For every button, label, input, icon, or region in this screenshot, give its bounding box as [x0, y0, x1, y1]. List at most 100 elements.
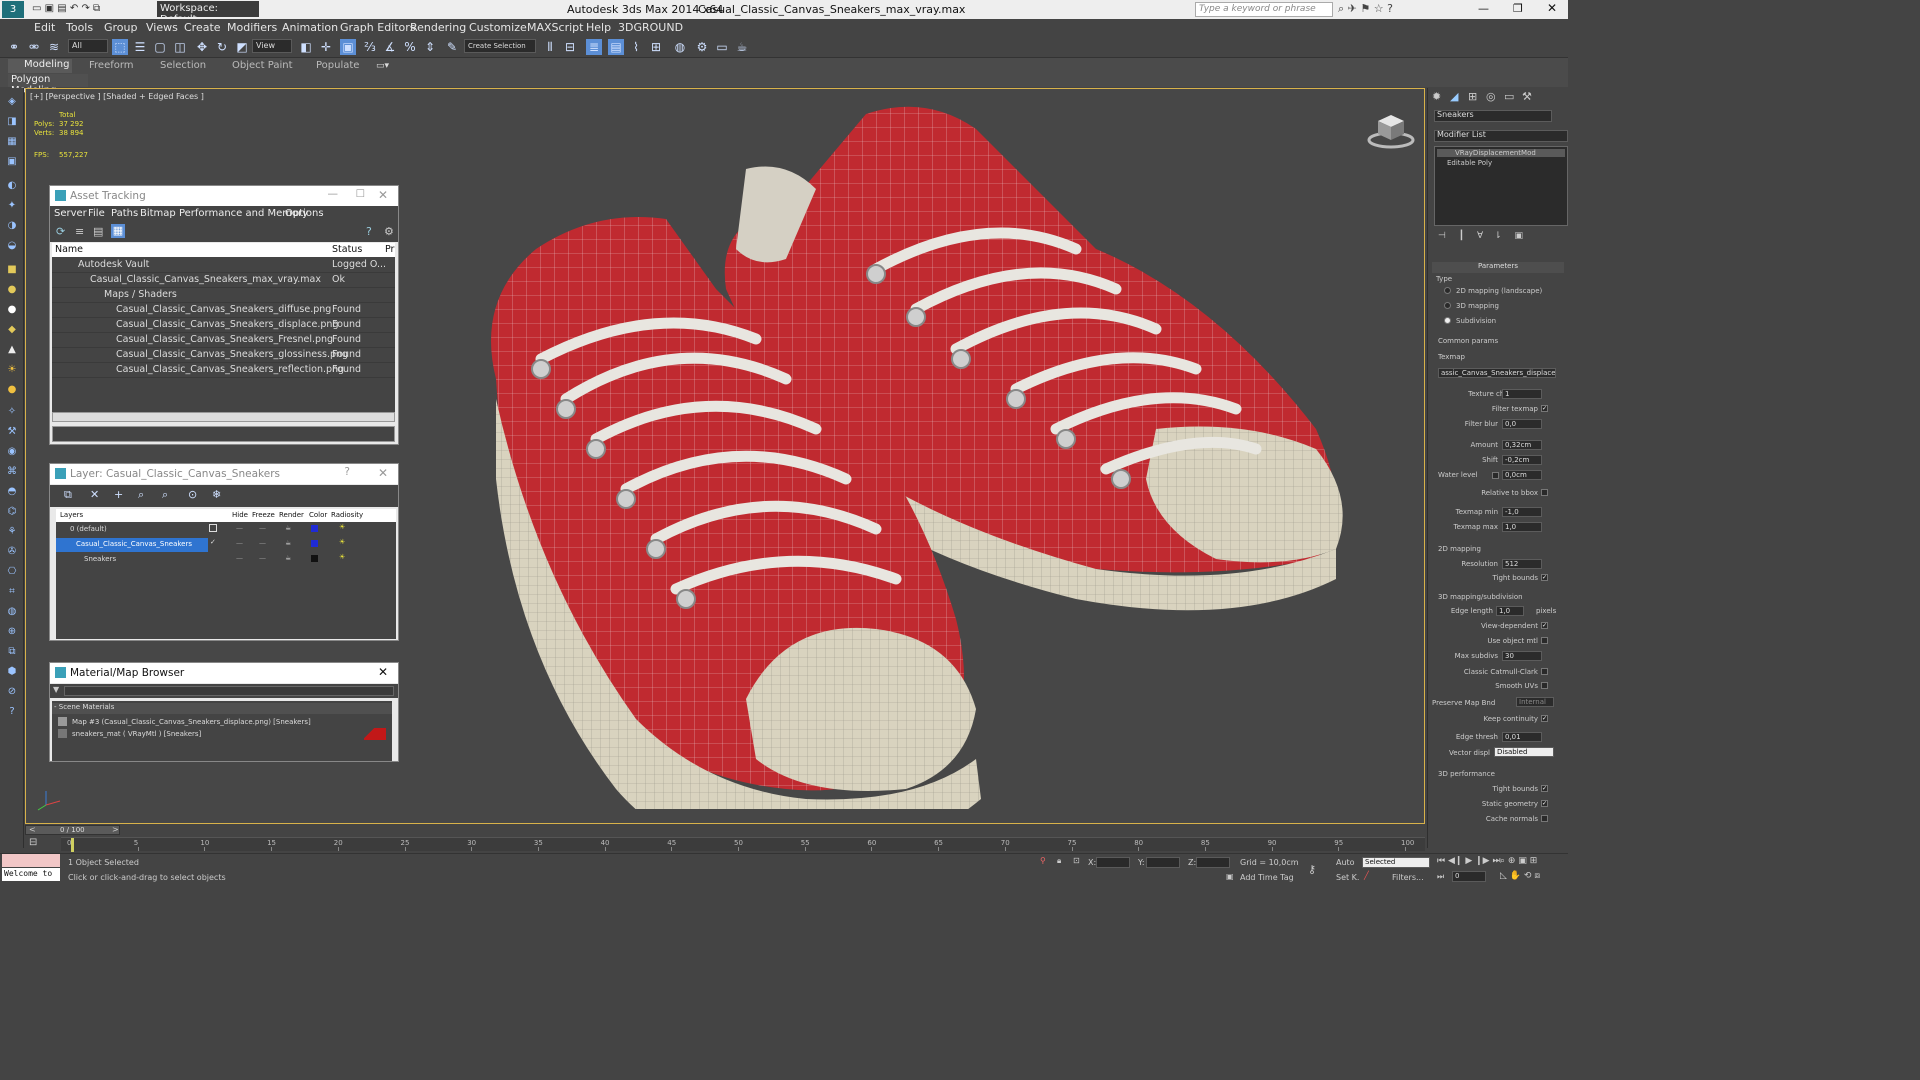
detail-view-icon[interactable]: ▤ [93, 225, 103, 238]
amount-input[interactable]: 0,32cm [1502, 440, 1542, 450]
column-freeze[interactable]: Freeze [252, 511, 275, 519]
filter-texmap-checkbox[interactable]: ✓ [1541, 405, 1548, 412]
menu-file[interactable]: File [88, 208, 105, 219]
time-slider[interactable]: < 0 / 100 > [25, 825, 120, 835]
color-swatch[interactable] [311, 540, 318, 547]
set-key-button[interactable]: Set K. [1336, 873, 1359, 882]
help-icon[interactable]: ? [366, 225, 372, 238]
column-layers[interactable]: Layers [60, 511, 83, 519]
tool-icon[interactable]: ⊘ [5, 686, 19, 698]
ref-coord-dropdown[interactable]: View [252, 39, 292, 53]
menu-group[interactable]: Group [104, 21, 138, 34]
tab-populate[interactable]: Populate [316, 60, 359, 71]
auto-key-button[interactable]: Auto [1336, 858, 1355, 867]
menu-bitmap-performance[interactable]: Bitmap Performance and Memory [140, 208, 308, 219]
filter-chevron-icon[interactable]: ▼ [53, 685, 59, 694]
smooth-uvs-checkbox[interactable] [1541, 682, 1548, 689]
hide-toggle[interactable]: — [236, 524, 243, 532]
scene-materials-header[interactable]: - Scene Materials [52, 703, 392, 714]
radio-2d-mapping[interactable] [1444, 287, 1451, 294]
show-end-icon[interactable]: ┃ [1459, 231, 1464, 241]
active-layer-checkbox[interactable] [209, 524, 217, 532]
move-icon[interactable]: ✥ [194, 39, 210, 55]
key-mode-toggle-icon[interactable]: ⏭ [1437, 872, 1444, 882]
tool-icon[interactable]: ◉ [5, 446, 19, 458]
tool-icon[interactable]: ◑ [5, 220, 19, 232]
display-tab-icon[interactable]: ▭ [1504, 90, 1514, 103]
modifier-list-dropdown[interactable]: Modifier List [1434, 130, 1568, 142]
maxscript-pink[interactable] [2, 854, 60, 867]
list-view-icon[interactable]: ≡ [75, 225, 84, 238]
scale-icon[interactable]: ◩ [234, 39, 250, 55]
table-row[interactable]: Casual_Classic_Canvas_Sneakers_glossines… [52, 348, 395, 363]
menu-rendering[interactable]: Rendering [410, 21, 466, 34]
close-icon[interactable]: ✕ [378, 188, 388, 202]
hide-toggle[interactable]: — [236, 554, 243, 562]
help-icon[interactable]: ? [344, 466, 350, 478]
goto-start-icon[interactable]: ⏮ [1437, 856, 1445, 866]
selection-filter-dropdown[interactable]: All [68, 39, 108, 53]
radio-3d-mapping[interactable] [1444, 302, 1451, 309]
freeze-toggle[interactable]: — [259, 554, 266, 562]
manipulate-icon[interactable]: ✛ [318, 39, 334, 55]
tool-icon[interactable]: ■ [5, 264, 19, 276]
color-swatch[interactable] [311, 525, 318, 532]
tool-icon[interactable]: ● [5, 304, 19, 316]
layer-row[interactable]: 0 (default) — — ☕ ☀ [56, 523, 361, 537]
close-button[interactable]: ✕ [1547, 1, 1557, 15]
resolution-input[interactable]: 512 [1502, 559, 1542, 569]
column-pr[interactable]: Pr [385, 244, 394, 255]
tool-icon[interactable]: ✦ [5, 200, 19, 212]
create-tab-icon[interactable]: ✹ [1432, 90, 1441, 103]
rect-selection-icon[interactable]: ▢ [152, 39, 168, 55]
tab-object-paint[interactable]: Object Paint [232, 60, 293, 71]
settings-icon[interactable]: ⚙ [384, 225, 394, 238]
x-coordinate-field[interactable] [1096, 857, 1130, 868]
table-row[interactable]: Casual_Classic_Canvas_Sneakers_max_vray.… [52, 273, 395, 288]
tool-icon[interactable]: ◐ [5, 180, 19, 192]
table-view-icon[interactable]: ▦ [111, 224, 125, 238]
maximize-viewport-icon[interactable]: ⧈ [1534, 871, 1540, 881]
help-icon[interactable]: ? [5, 706, 19, 718]
table-row[interactable]: Casual_Classic_Canvas_Sneakers_displace.… [52, 318, 395, 333]
filter-blur-input[interactable]: 0,0 [1502, 419, 1542, 429]
lock-selection-icon[interactable]: 🔒︎ [1057, 856, 1061, 866]
texture-chan-input[interactable]: 1 [1502, 389, 1542, 399]
sneakers-model[interactable] [456, 99, 1356, 809]
time-tag-icon[interactable]: ▣ [1226, 872, 1234, 881]
pan-icon[interactable]: ✋ [1510, 871, 1521, 881]
remove-modifier-icon[interactable]: ⇂ [1494, 231, 1502, 241]
time-cursor[interactable] [71, 838, 74, 852]
relative-bbox-checkbox[interactable] [1541, 489, 1548, 496]
select-object-icon[interactable]: ⬚ [112, 39, 128, 55]
close-icon[interactable]: ✕ [378, 665, 388, 679]
app-logo-icon[interactable]: 3 [2, 1, 24, 18]
tool-icon[interactable]: ⚘ [5, 526, 19, 538]
play-icon[interactable]: ▶ [1465, 856, 1472, 866]
tool-icon[interactable]: ▣ [5, 156, 19, 168]
next-frame-icon[interactable]: > [112, 825, 119, 834]
texmap-min-input[interactable]: -1,0 [1502, 507, 1542, 517]
tool-icon[interactable]: ▲ [5, 344, 19, 356]
tight-bounds-checkbox[interactable]: ✓ [1541, 785, 1548, 792]
percent-snap-icon[interactable]: % [402, 39, 418, 55]
edge-length-input[interactable]: 1,0 [1496, 606, 1524, 616]
table-row[interactable]: Casual_Classic_Canvas_Sneakers_diffuse.p… [52, 303, 395, 318]
active-check-icon[interactable]: ✓ [210, 538, 216, 546]
curve-editor-icon[interactable]: ⌇ [628, 39, 644, 55]
keyboard-shortcut-icon[interactable]: ▣ [340, 39, 356, 55]
maxscript-listener[interactable]: Welcome to [2, 868, 60, 881]
tool-icon[interactable]: ◓ [5, 486, 19, 498]
parameters-rollout-header[interactable]: Parameters [1432, 262, 1564, 273]
key-filters-button[interactable]: Filters... [1392, 873, 1424, 882]
viewport-label[interactable]: [+] [Perspective ] [Shaded + Edged Faces… [30, 92, 204, 101]
menu-views[interactable]: Views [146, 21, 178, 34]
asset-tracking-titlebar[interactable]: Asset Tracking — ☐ ✕ [50, 186, 398, 206]
menu-customize[interactable]: Customize [469, 21, 527, 34]
schematic-view-icon[interactable]: ⊞ [648, 39, 664, 55]
tight-bounds-2d-checkbox[interactable]: ✓ [1541, 574, 1548, 581]
preserve-map-bnd-dropdown[interactable]: Internal [1516, 697, 1554, 707]
menu-paths[interactable]: Paths [111, 208, 138, 219]
view-dependent-checkbox[interactable]: ✓ [1541, 622, 1548, 629]
object-name-field[interactable]: Sneakers [1434, 110, 1552, 122]
